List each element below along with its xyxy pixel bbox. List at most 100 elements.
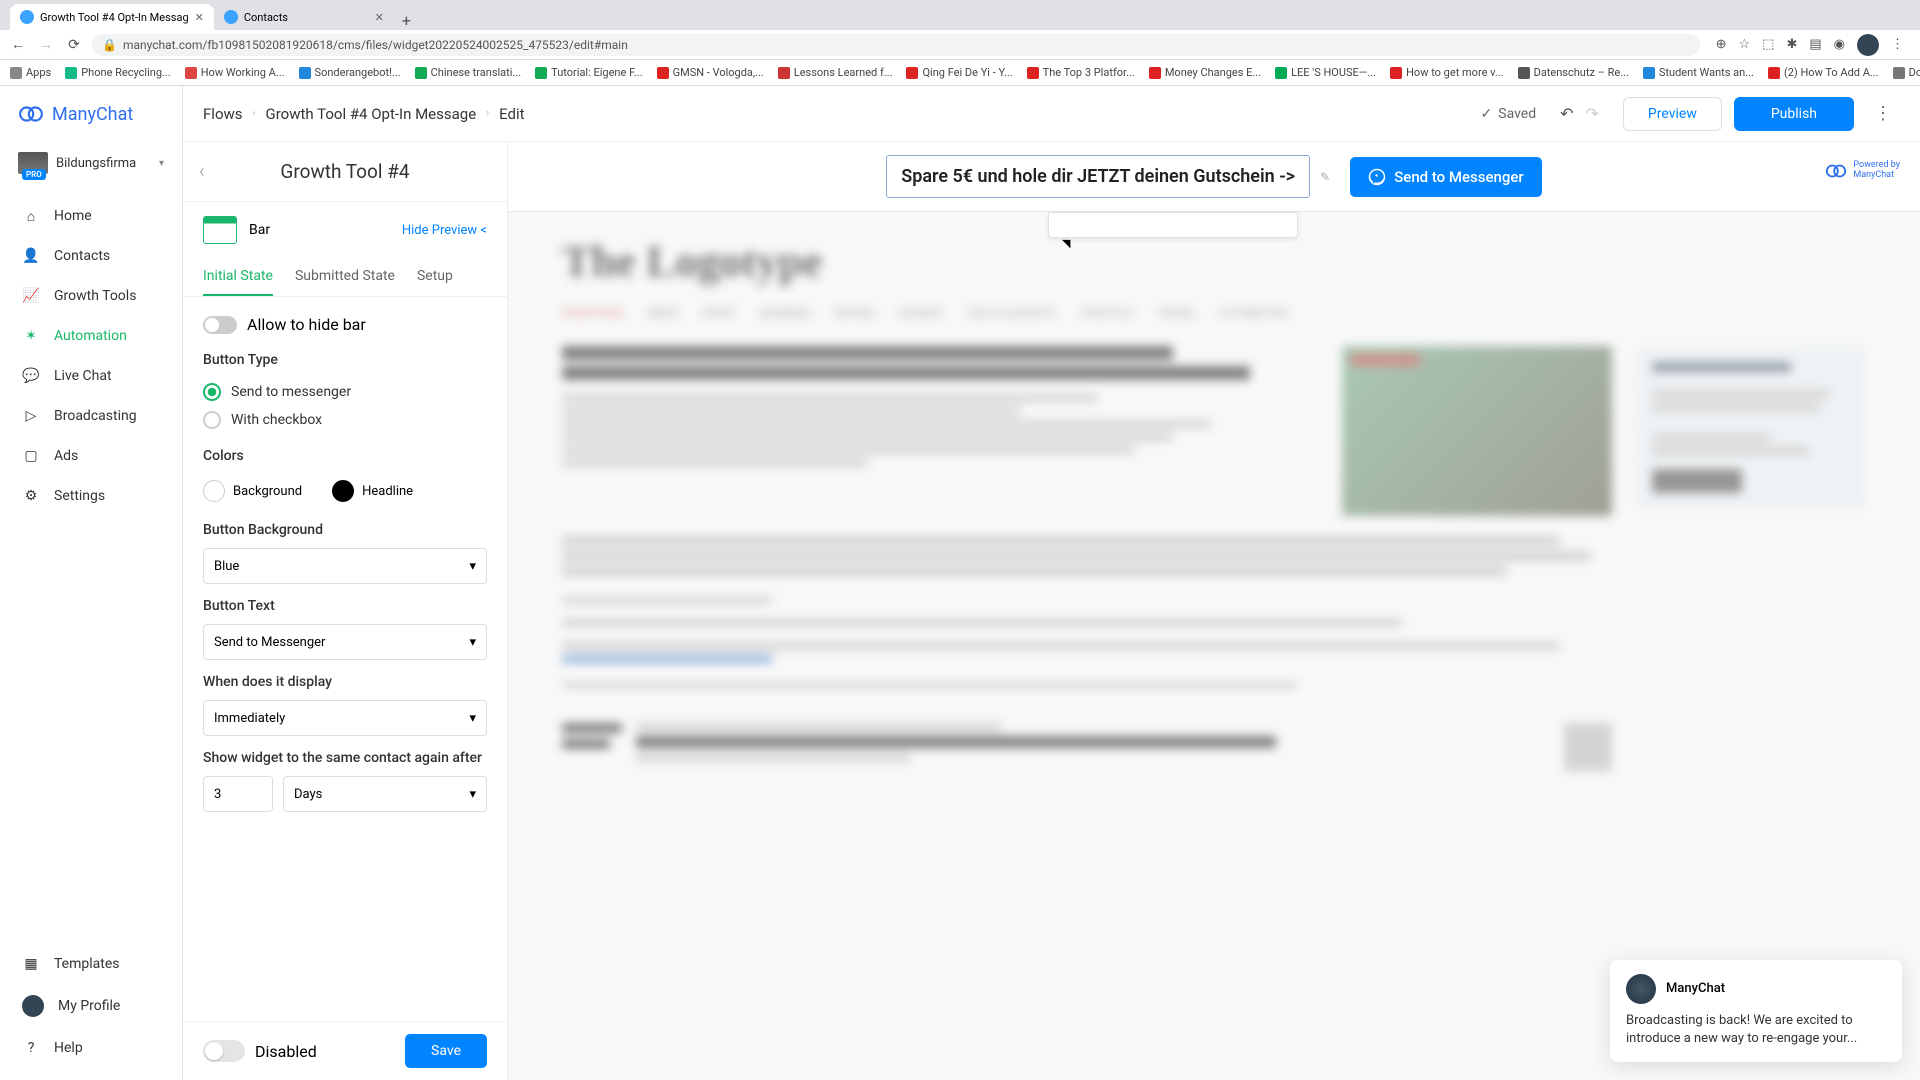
button-bg-title: Button Background (203, 522, 487, 538)
templates-icon: ▦ (22, 955, 40, 973)
bookmark-item[interactable]: Money Changes E... (1149, 66, 1261, 79)
crumb-tool[interactable]: Growth Tool #4 Opt-In Message (266, 105, 477, 123)
bookmark-item[interactable]: Lessons Learned f... (778, 66, 893, 79)
allow-hide-toggle[interactable] (203, 316, 237, 334)
url-input[interactable]: 🔒 manychat.com/fb10981502081920618/cms/f… (92, 34, 1700, 56)
sidebar-item-ads[interactable]: ▢Ads (0, 436, 182, 476)
sidebar-item-livechat[interactable]: 💬Live Chat (0, 356, 182, 396)
disabled-row: Disabled (203, 1040, 317, 1062)
bookmark-item[interactable]: Tutorial: Eigene F... (535, 66, 642, 79)
pencil-icon[interactable]: ✎ (1320, 170, 1330, 184)
chevron-down-icon: ▾ (469, 787, 476, 802)
star-icon[interactable]: ☆ (1739, 37, 1751, 52)
org-name: Bildungsfirma (56, 156, 136, 171)
chat-avatar (1626, 974, 1656, 1004)
dropdown-panel[interactable] (1048, 212, 1298, 238)
button-bg-select[interactable]: Blue▾ (203, 548, 487, 584)
check-icon: ✓ (1481, 106, 1493, 122)
panel-title: Growth Tool #4 (280, 160, 409, 183)
brand-logo[interactable]: ManyChat (0, 86, 182, 142)
close-icon[interactable]: ✕ (375, 11, 384, 24)
reload-icon[interactable]: ⟳ (64, 37, 84, 53)
sidebar-nav: ⌂Home 👤Contacts 📈Growth Tools ✶Automatio… (0, 184, 182, 944)
apps-button[interactable]: Apps (10, 66, 51, 79)
radio-send-messenger[interactable]: Send to messenger (203, 378, 487, 406)
bookmark-item[interactable]: How Working A... (185, 66, 285, 79)
enabled-toggle[interactable] (203, 1040, 245, 1062)
bookmark-item[interactable]: LEE 'S HOUSE—... (1275, 66, 1376, 79)
sidebar-item-home[interactable]: ⌂Home (0, 196, 182, 236)
close-icon[interactable]: ✕ (195, 11, 204, 24)
browser-tab[interactable]: Contacts ✕ (214, 4, 394, 30)
bookmark-item[interactable]: Qing Fei De Yi - Y... (906, 66, 1012, 79)
extension-icon[interactable]: ✱ (1786, 37, 1797, 52)
browser-chrome: Growth Tool #4 Opt-In Messag ✕ Contacts … (0, 0, 1920, 86)
headline-color-picker[interactable]: Headline (332, 480, 413, 502)
hide-preview-link[interactable]: Hide Preview < (402, 223, 487, 238)
undo-icon[interactable]: ↶ (1560, 104, 1573, 123)
forward-icon[interactable]: → (36, 36, 56, 53)
new-tab-button[interactable]: + (394, 11, 419, 30)
tab-submitted-state[interactable]: Submitted State (295, 258, 395, 296)
send-messenger-button[interactable]: Send to Messenger (1350, 157, 1542, 197)
bookmark-item[interactable]: Download - Cooki... (1893, 66, 1920, 79)
bookmark-item[interactable]: GMSN - Vologda,... (657, 66, 764, 79)
sidebar-item-automation[interactable]: ✶Automation (0, 316, 182, 356)
org-avatar: PRO (18, 152, 48, 174)
tab-setup[interactable]: Setup (417, 258, 453, 296)
crumb-flows[interactable]: Flows (203, 105, 243, 123)
sidebar-item-broadcasting[interactable]: ▷Broadcasting (0, 396, 182, 436)
sidebar-item-help[interactable]: ?Help (0, 1028, 182, 1068)
extension-icon[interactable]: ⬚ (1762, 37, 1774, 52)
background-color-picker[interactable]: Background (203, 480, 302, 502)
powered-by-badge[interactable]: Powered by ManyChat (1825, 160, 1900, 182)
bar-headline-input[interactable]: Spare 5€ und hole dir JETZT deinen Gutsc… (886, 155, 1310, 198)
app-root: ManyChat PRO Bildungsfirma ▾ ⌂Home 👤Cont… (0, 86, 1920, 1080)
radio-with-checkbox[interactable]: With checkbox (203, 406, 487, 434)
bookmark-item[interactable]: Chinese translati... (415, 66, 522, 79)
sidebar-item-settings[interactable]: ⚙Settings (0, 476, 182, 516)
address-bar-row: ← → ⟳ 🔒 manychat.com/fb10981502081920618… (0, 30, 1920, 60)
sidebar-item-contacts[interactable]: 👤Contacts (0, 236, 182, 276)
bookmark-item[interactable]: The Top 3 Platfor... (1027, 66, 1135, 79)
main-area: Flows › Growth Tool #4 Opt-In Message › … (183, 86, 1920, 1080)
brand-name: ManyChat (52, 104, 133, 125)
more-icon[interactable]: ⋮ (1866, 103, 1900, 124)
zoom-icon[interactable]: ⊕ (1716, 37, 1727, 52)
bookmark-item[interactable]: (2) How To Add A... (1768, 66, 1879, 79)
tab-initial-state[interactable]: Initial State (203, 258, 273, 296)
bookmark-item[interactable]: Sonderangebot!... (299, 66, 401, 79)
sidebar-item-growth[interactable]: 📈Growth Tools (0, 276, 182, 316)
bar-widget-icon (203, 216, 237, 244)
menu-icon[interactable]: ⋮ (1891, 37, 1904, 52)
tab-title: Contacts (244, 11, 288, 24)
preview-button[interactable]: Preview (1623, 97, 1722, 131)
panel-footer: Disabled Save (183, 1021, 507, 1080)
button-text-select[interactable]: Send to Messenger▾ (203, 624, 487, 660)
org-selector[interactable]: PRO Bildungsfirma ▾ (0, 142, 182, 184)
extension-icon[interactable]: ◉ (1834, 37, 1845, 52)
messenger-icon (1368, 168, 1386, 186)
show-again-unit-select[interactable]: Days▾ (283, 776, 487, 812)
browser-tab-active[interactable]: Growth Tool #4 Opt-In Messag ✕ (10, 4, 214, 30)
publish-button[interactable]: Publish (1734, 97, 1854, 131)
undo-redo: ↶ ↷ (1548, 104, 1611, 123)
when-display-select[interactable]: Immediately▾ (203, 700, 487, 736)
sidebar-item-profile[interactable]: My Profile (0, 984, 182, 1028)
sidebar: ManyChat PRO Bildungsfirma ▾ ⌂Home 👤Cont… (0, 86, 183, 1080)
button-type-title: Button Type (203, 352, 487, 368)
extension-icon[interactable]: ▤ (1809, 37, 1821, 52)
bookmark-item[interactable]: Datenschutz – Re... (1518, 66, 1629, 79)
bookmark-item[interactable]: Student Wants an... (1643, 66, 1754, 79)
bookmark-item[interactable]: Phone Recycling... (65, 66, 170, 79)
sidebar-item-templates[interactable]: ▦Templates (0, 944, 182, 984)
show-again-number[interactable]: 3 (203, 776, 273, 812)
manychat-icon (18, 101, 44, 127)
profile-avatar[interactable] (1857, 34, 1879, 56)
back-arrow-icon[interactable]: ‹ (199, 161, 204, 182)
home-icon: ⌂ (22, 207, 40, 225)
save-button[interactable]: Save (405, 1034, 487, 1068)
back-icon[interactable]: ← (8, 36, 28, 53)
bookmark-item[interactable]: How to get more v... (1390, 66, 1504, 79)
chat-notification[interactable]: ManyChat Broadcasting is back! We are ex… (1610, 960, 1902, 1062)
